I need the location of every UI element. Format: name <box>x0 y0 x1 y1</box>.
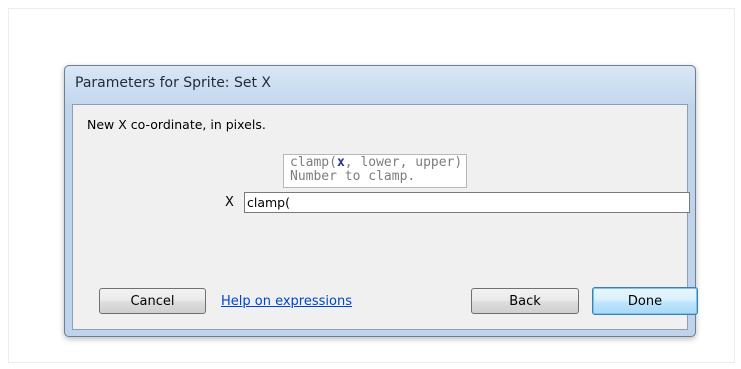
back-button[interactable]: Back <box>471 288 579 314</box>
signature-current-param: x <box>336 155 345 170</box>
x-expression-input[interactable] <box>244 192 690 213</box>
cancel-button[interactable]: Cancel <box>99 288 206 314</box>
signature-prefix: clamp( <box>290 155 337 170</box>
dialog-body: New X co-ordinate, in pixels. clamp(x, l… <box>72 104 698 330</box>
parameter-description: New X co-ordinate, in pixels. <box>87 117 266 132</box>
dialog-titlebar: Parameters for Sprite: Set X <box>65 66 695 104</box>
parameter-hint: Number to clamp. <box>290 169 416 184</box>
autocomplete-tooltip: clamp(x, lower, upper) Number to clamp. <box>283 154 468 188</box>
parameters-dialog: Parameters for Sprite: Set X New X co-or… <box>64 65 698 337</box>
done-button[interactable]: Done <box>592 287 698 315</box>
x-field-label: X <box>225 195 234 210</box>
dialog-title: Parameters for Sprite: Set X <box>75 75 271 91</box>
page-frame: Parameters for Sprite: Set X New X co-or… <box>8 8 735 363</box>
signature-suffix: , lower, upper) <box>344 155 463 170</box>
function-signature: clamp(x, lower, upper) <box>290 156 462 170</box>
help-on-expressions-link[interactable]: Help on expressions <box>221 294 352 309</box>
